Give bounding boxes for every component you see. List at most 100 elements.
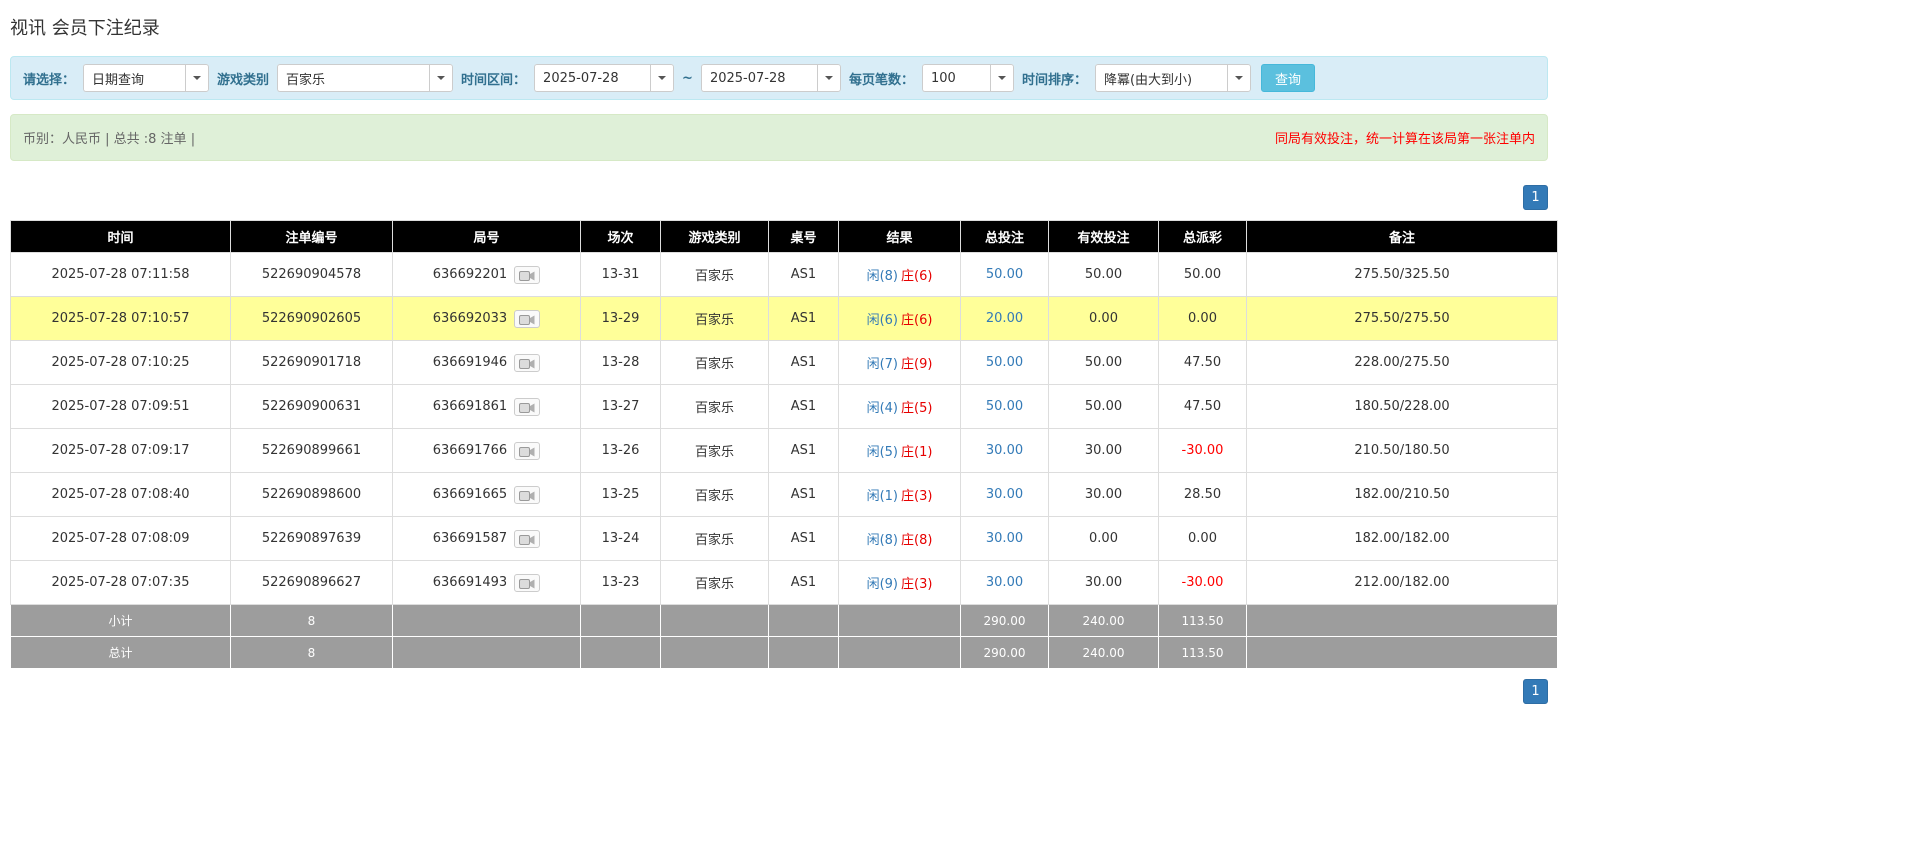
total-empty-cell xyxy=(581,637,661,669)
cell-round-id: 636692201 xyxy=(393,253,581,297)
cell-result: 闲(6)庄(6) xyxy=(839,297,961,341)
total-bet-link[interactable]: 30.00 xyxy=(986,487,1023,502)
cell-note: 212.00/182.00 xyxy=(1247,561,1558,605)
date-from-caret-button[interactable] xyxy=(650,64,674,92)
column-header: 桌号 xyxy=(769,221,839,253)
video-replay-button[interactable] xyxy=(514,574,540,592)
cell-note: 182.00/210.50 xyxy=(1247,473,1558,517)
video-camera-icon xyxy=(519,402,535,414)
page-number-button[interactable]: 1 xyxy=(1523,679,1548,704)
game-type-input[interactable] xyxy=(277,64,429,92)
round-id-text: 636691946 xyxy=(433,355,507,370)
query-type-caret-button[interactable] xyxy=(185,64,209,92)
round-id-text: 636691587 xyxy=(433,531,507,546)
cell-payout: 0.00 xyxy=(1159,297,1247,341)
cell-game-type: 百家乐 xyxy=(661,517,769,561)
date-to-caret-button[interactable] xyxy=(817,64,841,92)
page-number-button[interactable]: 1 xyxy=(1523,185,1548,210)
cell-payout: -30.00 xyxy=(1159,561,1247,605)
cell-session: 13-26 xyxy=(581,429,661,473)
cell-total-bet: 30.00 xyxy=(961,473,1049,517)
result-player: 闲(4) xyxy=(867,401,898,416)
video-replay-button[interactable] xyxy=(514,310,540,328)
cell-total-bet: 50.00 xyxy=(961,253,1049,297)
cell-time: 2025-07-28 07:10:57 xyxy=(11,297,231,341)
cell-table-no: AS1 xyxy=(769,253,839,297)
cell-total-bet: 50.00 xyxy=(961,341,1049,385)
currency-summary-text: 币别：人民币 | 总共 :8 注单 | xyxy=(23,128,195,147)
cell-result: 闲(8)庄(8) xyxy=(839,517,961,561)
subtotal-empty-cell xyxy=(581,605,661,637)
result-player: 闲(6) xyxy=(867,313,898,328)
result-player: 闲(8) xyxy=(867,533,898,548)
total-valid-bet: 240.00 xyxy=(1049,637,1159,669)
game-type-caret-button[interactable] xyxy=(429,64,453,92)
result-banker: 庄(9) xyxy=(901,357,932,372)
cell-table-no: AS1 xyxy=(769,561,839,605)
result-banker: 庄(3) xyxy=(901,489,932,504)
round-id-text: 636691665 xyxy=(433,487,507,502)
cell-total-bet: 30.00 xyxy=(961,517,1049,561)
cell-session: 13-24 xyxy=(581,517,661,561)
cell-session: 13-27 xyxy=(581,385,661,429)
column-header: 场次 xyxy=(581,221,661,253)
total-bet-link[interactable]: 30.00 xyxy=(986,575,1023,590)
result-banker: 庄(6) xyxy=(901,313,932,328)
cell-valid-bet: 50.00 xyxy=(1049,253,1159,297)
page-size-input[interactable] xyxy=(922,64,990,92)
query-type-select xyxy=(83,64,209,92)
cell-game-type: 百家乐 xyxy=(661,297,769,341)
cell-valid-bet: 0.00 xyxy=(1049,517,1159,561)
result-banker: 庄(3) xyxy=(901,577,932,592)
game-type-label: 游戏类别 xyxy=(217,69,269,88)
subtotal-empty-cell xyxy=(393,605,581,637)
total-bet-link[interactable]: 50.00 xyxy=(986,267,1023,282)
cell-game-type: 百家乐 xyxy=(661,341,769,385)
page-size-select xyxy=(922,64,1014,92)
video-replay-button[interactable] xyxy=(514,530,540,548)
cell-payout: 50.00 xyxy=(1159,253,1247,297)
cell-session: 13-23 xyxy=(581,561,661,605)
filter-bar: 请选择： 游戏类别 时间区间： ~ 每页笔数： 时间排序： xyxy=(10,56,1548,100)
cell-table-no: AS1 xyxy=(769,385,839,429)
date-to-select xyxy=(701,64,841,92)
cell-bet-id: 522690902605 xyxy=(231,297,393,341)
total-bet-link[interactable]: 50.00 xyxy=(986,399,1023,414)
video-replay-button[interactable] xyxy=(514,442,540,460)
table-header: 时间注单编号局号场次游戏类别桌号结果总投注有效投注总派彩备注 xyxy=(11,221,1558,253)
total-bet-link[interactable]: 30.00 xyxy=(986,443,1023,458)
result-player: 闲(5) xyxy=(867,445,898,460)
search-button[interactable]: 查询 xyxy=(1261,64,1315,92)
sort-order-caret-button[interactable] xyxy=(1227,64,1251,92)
cell-payout: 28.50 xyxy=(1159,473,1247,517)
total-bet-link[interactable]: 30.00 xyxy=(986,531,1023,546)
subtotal-count: 8 xyxy=(231,605,393,637)
date-to-input[interactable] xyxy=(701,64,817,92)
cell-note: 228.00/275.50 xyxy=(1247,341,1558,385)
cell-total-bet: 30.00 xyxy=(961,429,1049,473)
video-camera-icon xyxy=(519,358,535,370)
cell-table-no: AS1 xyxy=(769,341,839,385)
video-replay-button[interactable] xyxy=(514,398,540,416)
video-camera-icon xyxy=(519,446,535,458)
subtotal-row: 小计 8 290.00 240.00 113.50 xyxy=(11,605,1558,637)
table-row: 2025-07-28 07:11:58522690904578636692201… xyxy=(11,253,1558,297)
page-size-caret-button[interactable] xyxy=(990,64,1014,92)
total-bet-link[interactable]: 20.00 xyxy=(986,311,1023,326)
sort-order-input[interactable] xyxy=(1095,64,1227,92)
chevron-down-icon xyxy=(825,76,833,80)
video-replay-button[interactable] xyxy=(514,354,540,372)
date-from-input[interactable] xyxy=(534,64,650,92)
result-banker: 庄(5) xyxy=(901,401,932,416)
cell-note: 275.50/325.50 xyxy=(1247,253,1558,297)
cell-round-id: 636692033 xyxy=(393,297,581,341)
total-bet-link[interactable]: 50.00 xyxy=(986,355,1023,370)
video-replay-button[interactable] xyxy=(514,266,540,284)
page: 视讯 会员下注纪录 请选择： 游戏类别 时间区间： ~ 每页笔数： 时间排序： xyxy=(0,0,1558,724)
summary-notice-text: 同局有效投注，统一计算在该局第一张注单内 xyxy=(1275,128,1535,147)
cell-bet-id: 522690898600 xyxy=(231,473,393,517)
video-replay-button[interactable] xyxy=(514,486,540,504)
query-type-input[interactable] xyxy=(83,64,185,92)
subtotal-empty-cell xyxy=(769,605,839,637)
cell-time: 2025-07-28 07:09:17 xyxy=(11,429,231,473)
